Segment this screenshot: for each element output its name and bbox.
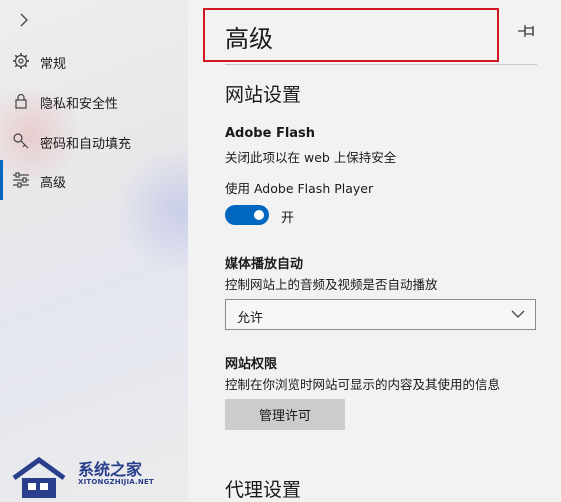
permissions-title: 网站权限 xyxy=(225,357,278,372)
autoplay-description: 控制网站上的音频及视频是否自动播放 xyxy=(225,277,438,292)
permissions-description: 控制在你浏览时网站可显示的内容及其使用的信息 xyxy=(225,377,501,392)
watermark-name: 系统之家 xyxy=(78,460,143,479)
flash-toggle[interactable] xyxy=(225,205,269,225)
autoplay-select[interactable]: 允许 xyxy=(225,299,536,330)
settings-panel: 高级 网站设置 Adobe Flash 关闭此项以在 web 上保持安全 使用 … xyxy=(188,0,561,502)
expand-sidebar-chevron-icon[interactable] xyxy=(14,10,34,30)
title-highlight-box: 高级 xyxy=(203,8,499,62)
sidebar-item-general[interactable]: 常规 xyxy=(0,41,188,81)
flash-description: 关闭此项以在 web 上保持安全 xyxy=(225,150,397,165)
toggle-knob xyxy=(254,210,264,220)
proxy-heading: 代理设置 xyxy=(225,479,302,501)
key-icon xyxy=(12,132,30,150)
pin-icon[interactable] xyxy=(517,22,539,40)
toggle-state-label: 开 xyxy=(281,211,295,226)
autoplay-title: 媒体播放自动 xyxy=(225,257,304,272)
sidebar-item-label: 隐私和安全性 xyxy=(40,97,119,112)
flash-title: Adobe Flash xyxy=(225,126,316,141)
watermark-domain: XITONGZHIJIA.NET xyxy=(78,478,154,486)
sidebar-item-label: 高级 xyxy=(40,176,67,191)
site-settings-heading: 网站设置 xyxy=(225,84,302,106)
sliders-icon xyxy=(12,171,30,189)
sidebar: 常规 隐私和安全性 密码和自动填充 高级 系统之家 XITONGZHIJIA.N… xyxy=(0,0,188,502)
flash-toggle-caption: 使用 Adobe Flash Player xyxy=(225,181,374,196)
manage-permissions-button[interactable]: 管理许可 xyxy=(225,399,345,430)
sidebar-item-advanced[interactable]: 高级 xyxy=(0,160,188,200)
autoplay-selected-value: 允许 xyxy=(237,311,264,326)
sidebar-item-label: 密码和自动填充 xyxy=(40,137,132,152)
house-logo-icon xyxy=(12,456,66,498)
lock-icon xyxy=(12,92,30,110)
gear-icon xyxy=(12,52,30,70)
sidebar-item-label: 常规 xyxy=(40,57,67,72)
sidebar-item-privacy[interactable]: 隐私和安全性 xyxy=(0,81,188,121)
page-title: 高级 xyxy=(225,25,273,53)
watermark: 系统之家 XITONGZHIJIA.NET xyxy=(6,452,186,502)
sidebar-item-passwords[interactable]: 密码和自动填充 xyxy=(0,121,188,161)
divider xyxy=(225,64,537,65)
chevron-down-icon xyxy=(511,310,525,318)
